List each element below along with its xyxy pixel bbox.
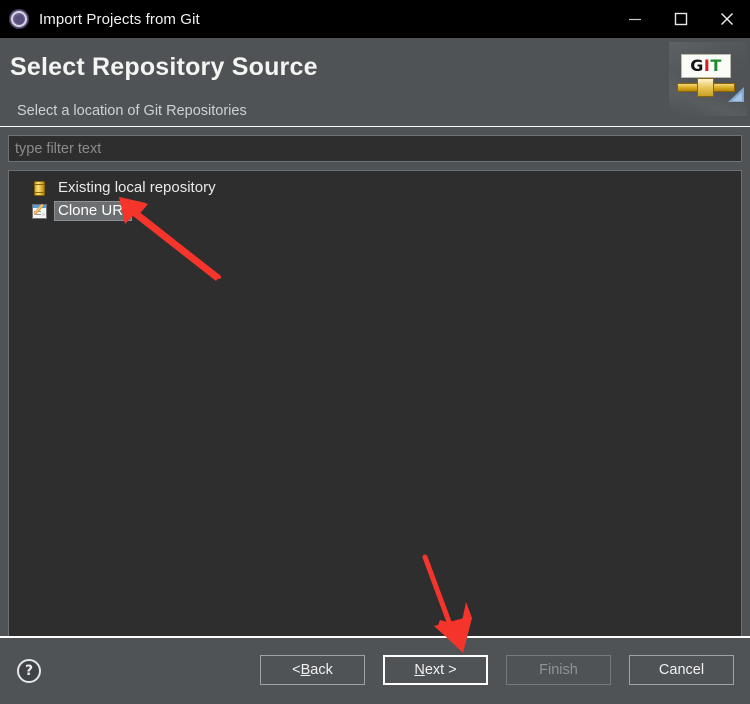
finish-button: Finish xyxy=(506,655,611,685)
eclipse-icon xyxy=(9,9,29,29)
minimize-icon[interactable] xyxy=(612,0,658,38)
git-sign: GIT xyxy=(681,54,731,78)
dialog-button-row: < Back Next > Finish Cancel xyxy=(260,655,734,685)
tree-item-clone-uri[interactable]: Clone URI xyxy=(9,199,741,222)
next-button-suffix: ext > xyxy=(424,662,457,678)
tree-item-existing-local-repository[interactable]: Existing local repository xyxy=(9,176,741,199)
git-banner-icon: GIT xyxy=(669,42,747,116)
finish-button-label: Finish xyxy=(539,662,578,678)
dialog-footer: ? < Back Next > Finish Cancel xyxy=(0,638,750,704)
back-button-suffix: ack xyxy=(310,662,333,678)
tree-item-label: Existing local repository xyxy=(58,178,216,196)
back-button[interactable]: < Back xyxy=(260,655,365,685)
import-projects-from-git-dialog: Import Projects from Git Select Reposito… xyxy=(0,0,750,704)
clone-uri-icon xyxy=(31,202,49,220)
repository-source-tree[interactable]: Existing local repository Clone URI xyxy=(8,170,742,703)
title-bar: Import Projects from Git xyxy=(0,0,750,38)
maximize-icon[interactable] xyxy=(658,0,704,38)
git-sign-g: G xyxy=(690,56,704,75)
close-icon[interactable] xyxy=(704,0,750,38)
filter-input[interactable] xyxy=(8,135,742,162)
page-title: Select Repository Source xyxy=(10,53,318,81)
dialog-header: Select Repository Source Select a locati… xyxy=(0,38,750,127)
back-button-prefix: < xyxy=(292,662,301,678)
cancel-button[interactable]: Cancel xyxy=(629,655,734,685)
window-title: Import Projects from Git xyxy=(39,10,200,28)
cancel-button-label: Cancel xyxy=(658,662,705,678)
next-button[interactable]: Next > xyxy=(383,655,488,685)
help-icon[interactable]: ? xyxy=(17,659,41,683)
dialog-content: Existing local repository Clone URI xyxy=(0,127,750,703)
page-subtitle: Select a location of Git Repositories xyxy=(17,103,247,119)
back-button-mnemonic: B xyxy=(300,662,311,678)
next-button-mnemonic: N xyxy=(414,662,425,678)
tree-item-label: Clone URI xyxy=(54,200,133,221)
repository-icon xyxy=(31,179,49,197)
git-sign-t: T xyxy=(710,56,722,75)
window-controls xyxy=(612,0,750,38)
